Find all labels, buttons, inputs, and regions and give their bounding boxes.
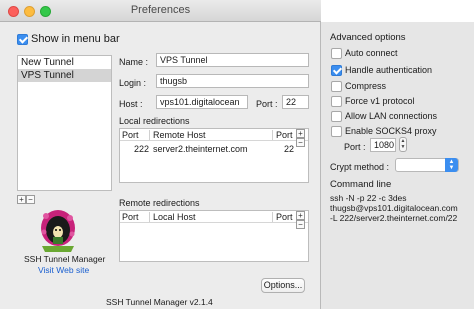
column-divider	[149, 130, 150, 140]
auto-connect-checkbox[interactable]	[331, 48, 342, 59]
app-name-label: SSH Tunnel Manager	[24, 254, 106, 264]
options-button[interactable]: Options...	[261, 278, 305, 293]
name-field[interactable]: VPS Tunnel	[156, 53, 309, 67]
socks4-checkbox[interactable]	[331, 126, 342, 137]
remove-remote-redirection-button[interactable]: −	[296, 220, 305, 229]
advanced-options-title: Advanced options	[330, 32, 406, 43]
socks-port-label: Port :	[344, 142, 366, 152]
column-header-local-port[interactable]: Port	[276, 212, 293, 222]
column-header-local-host[interactable]: Local Host	[153, 212, 196, 222]
handle-authentication-label: Handle authentication	[345, 65, 433, 75]
list-item[interactable]: VPS Tunnel	[18, 69, 111, 82]
local-port-cell[interactable]: 222	[134, 144, 149, 154]
table-header: Port Local Host Port	[120, 211, 308, 223]
add-local-redirection-button[interactable]: +	[296, 129, 305, 138]
show-in-menu-bar-label: Show in menu bar	[31, 33, 120, 45]
port-field[interactable]: 22	[282, 95, 309, 109]
app-logo	[38, 206, 78, 252]
local-redirections-table[interactable]: Port Remote Host Port 222 server2.theint…	[119, 128, 309, 183]
column-header-port[interactable]: Port	[122, 130, 139, 140]
column-divider	[272, 212, 273, 222]
add-remote-redirection-button[interactable]: +	[296, 211, 305, 220]
remote-redirections-title: Remote redirections	[119, 198, 200, 208]
add-tunnel-button[interactable]: +	[17, 195, 26, 204]
chevron-updown-icon: ▲ ▼	[445, 158, 458, 172]
command-line-text: -L 222/server2.theinternet.com/22	[330, 213, 458, 223]
name-label: Name :	[119, 57, 149, 67]
column-divider	[272, 130, 273, 140]
force-v1-checkbox[interactable]	[331, 96, 342, 107]
allow-lan-checkbox[interactable]	[331, 111, 342, 122]
crypt-method-label: Crypt method :	[330, 162, 390, 172]
socks-port-stepper[interactable]: ▲ ▼	[399, 137, 407, 152]
column-header-remote-port[interactable]: Port	[276, 130, 293, 140]
list-item[interactable]: New Tunnel	[18, 56, 111, 69]
command-line-title: Command line	[330, 179, 392, 190]
title-bar[interactable]: Preferences	[0, 0, 321, 22]
compress-checkbox[interactable]	[331, 81, 342, 92]
allow-lan-label: Allow LAN connections	[345, 111, 438, 121]
port-label: Port :	[256, 99, 278, 109]
local-redirections-title: Local redirections	[119, 116, 190, 126]
host-field[interactable]: vps101.digitalocean	[156, 95, 248, 109]
remove-local-redirection-button[interactable]: −	[296, 138, 305, 147]
login-field[interactable]: thugsb	[156, 74, 309, 88]
command-line-text: thugsb@vps101.digitalocean.com	[330, 203, 458, 213]
column-divider	[149, 212, 150, 222]
crypt-method-select[interactable]: ▲ ▼	[395, 158, 459, 172]
socks4-label: Enable SOCKS4 proxy	[345, 126, 437, 136]
login-label: Login :	[119, 78, 147, 88]
advanced-options-panel: Advanced options Auto connect Handle aut…	[321, 22, 474, 309]
handle-authentication-checkbox[interactable]	[331, 65, 342, 76]
socks-port-field[interactable]: 1080	[370, 138, 396, 152]
table-header: Port Remote Host Port	[120, 129, 308, 141]
column-header-port[interactable]: Port	[122, 212, 139, 222]
show-in-menu-bar-checkbox[interactable]	[17, 34, 28, 45]
visit-website-link[interactable]: Visit Web site	[38, 265, 89, 275]
version-label: SSH Tunnel Manager v2.1.4	[106, 297, 213, 307]
remote-port-cell[interactable]: 22	[284, 144, 294, 154]
host-label: Host :	[119, 99, 143, 109]
command-line-text: ssh -N -p 22 -c 3des	[330, 193, 407, 203]
remote-host-cell[interactable]: server2.theinternet.com	[153, 144, 248, 154]
remote-redirections-table[interactable]: Port Local Host Port	[119, 210, 309, 262]
remove-tunnel-button[interactable]: −	[26, 195, 35, 204]
tunnel-list[interactable]: New Tunnel VPS Tunnel	[17, 55, 112, 191]
auto-connect-label: Auto connect	[345, 48, 398, 58]
window-title: Preferences	[130, 4, 191, 16]
force-v1-label: Force v1 protocol	[345, 96, 415, 106]
preferences-window: Preferences Show in menu bar New Tunnel …	[0, 0, 321, 309]
column-header-remote-host[interactable]: Remote Host	[153, 130, 206, 140]
compress-label: Compress	[345, 81, 387, 91]
